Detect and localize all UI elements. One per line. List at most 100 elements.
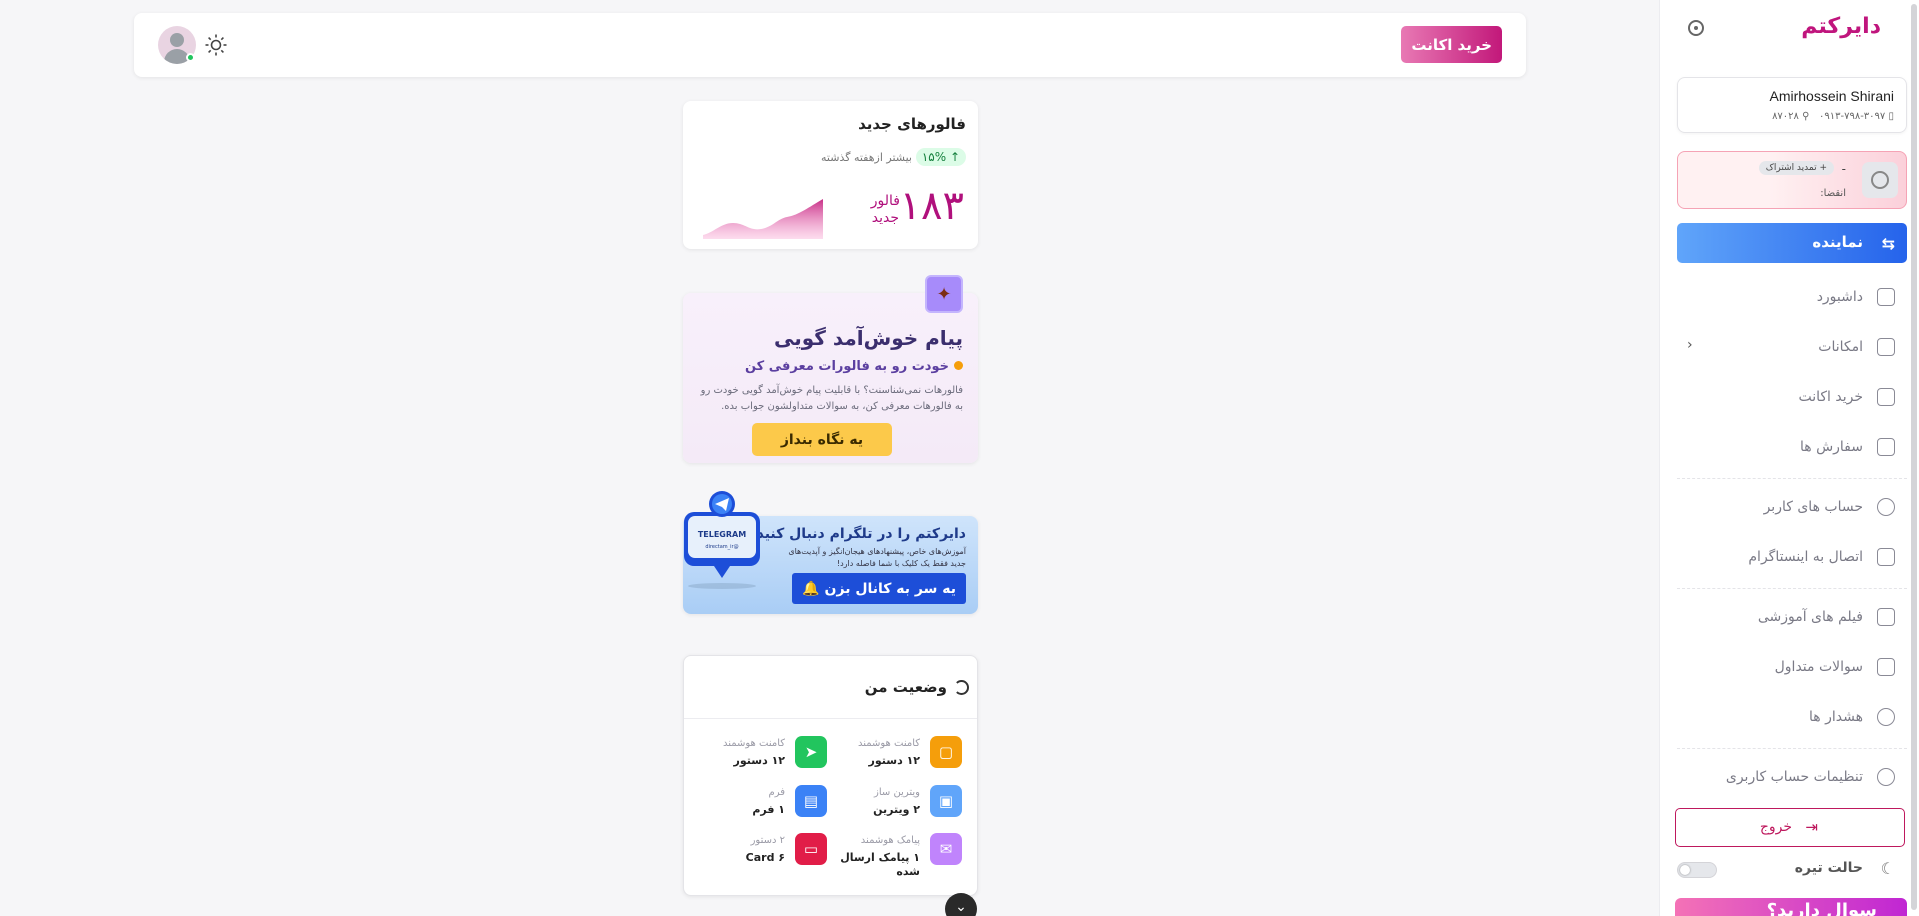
telegram-description: آموزش‌های خاص، پیشنهادهای هیجان‌انگیز و …	[788, 547, 966, 568]
followers-sparkline	[703, 199, 823, 239]
stat-card: ▭ ۲ دستور Card ۶	[697, 833, 827, 877]
user-name: Amirhossein Shirani	[1769, 88, 1895, 104]
gift-icon: ✦	[925, 275, 963, 313]
sidebar-item-faq[interactable]: سوالات متداول	[1677, 653, 1907, 683]
logout-icon: ⇥	[1805, 818, 1818, 836]
sidebar-item-instagram[interactable]: اتصال به اینستاگرام	[1677, 543, 1907, 573]
telegram-bubble-icon: TELEGRAM @directam_ir	[684, 491, 760, 589]
growth-value: ۱۵%	[921, 150, 947, 164]
sidebar-item-label: حساب های کاربر	[1763, 499, 1863, 515]
sidebar-divider	[1677, 478, 1907, 479]
stat-label: کامنت هوشمند	[857, 738, 920, 749]
clock-icon	[1862, 162, 1898, 198]
stat-value: ۲ ویترین	[873, 803, 920, 816]
status-title: وضعیت من	[864, 678, 947, 696]
stat-value: ۱۲ دستور	[868, 754, 920, 767]
stat-label: پیامک هوشمند	[860, 835, 920, 846]
top-header: خرید اکانت	[134, 13, 1526, 77]
user-id: ۸۷۰۲۸	[1772, 111, 1799, 122]
logout-button[interactable]: ⇥ خروج	[1675, 808, 1905, 847]
divider	[684, 718, 977, 719]
stat-label: ۲ دستور	[750, 835, 785, 846]
sidebar-item-label: سفارش ها	[1799, 439, 1863, 455]
stat-value: ۱۲ دستور	[733, 754, 785, 767]
dark-mode-toggle[interactable]	[1677, 862, 1717, 878]
chat-icon: ▭	[795, 833, 827, 865]
brand-logo[interactable]: دایرکتم	[1801, 14, 1881, 39]
buy-account-button[interactable]: خرید اکانت	[1401, 26, 1502, 63]
sidebar-item-features[interactable]: امکانات ‹	[1677, 333, 1907, 363]
stat-value: ۱ پیامک ارسال شده	[840, 851, 920, 879]
comment-icon: ▢	[930, 736, 962, 768]
gear-icon	[1877, 768, 1895, 786]
refresh-icon[interactable]	[954, 680, 969, 695]
ask-question-label: سوال دارید؟	[1766, 900, 1877, 916]
stat-value: ۱ فرم	[752, 803, 785, 816]
sun-icon[interactable]	[204, 33, 228, 57]
growth-badge: ↑ ۱۵%	[915, 148, 966, 166]
stat-smart-comment-2: ➤ کامنت هوشمند ۱۲ دستور	[697, 736, 827, 780]
online-status-dot	[186, 53, 195, 62]
avatar-head-shape	[170, 33, 184, 47]
instagram-icon	[1877, 548, 1895, 566]
orders-icon	[1877, 438, 1895, 456]
scroll-down-button[interactable]: ⌄	[945, 893, 977, 916]
sidebar-item-tutorials[interactable]: فیلم های آموزشی	[1677, 603, 1907, 633]
expiry-label: انقضا:	[1820, 188, 1846, 199]
ask-question-banner[interactable]: سوال دارید؟	[1675, 898, 1907, 916]
telegram-card: دایرکتم را در تلگرام دنبال کنید. آموزش‌ه…	[683, 491, 978, 614]
sidebar-item-account-settings[interactable]: تنظیمات حساب کاربری	[1677, 763, 1907, 793]
bubble-handle: @directam_ir	[705, 544, 738, 550]
followers-unit-line2: جدید	[871, 209, 900, 226]
sidebar-item-dashboard[interactable]: داشبورد	[1677, 283, 1907, 313]
stat-smart-sms: ✉ پیامک هوشمند ۱ پیامک ارسال شده	[832, 833, 962, 879]
dark-mode-row: ☾ حالت تیره	[1677, 858, 1907, 882]
send-icon: ➤	[795, 736, 827, 768]
sidebar-item-buy-account[interactable]: خرید اکانت	[1677, 383, 1907, 413]
my-status-card: وضعیت من ▢ کامنت هوشمند ۱۲ دستور ➤ کامنت…	[683, 655, 978, 896]
agent-button[interactable]: ⇆ نماینده	[1677, 223, 1907, 263]
sidebar-item-orders[interactable]: سفارش ها	[1677, 433, 1907, 463]
moon-icon: ☾	[1880, 859, 1895, 878]
sidebar-item-label: اتصال به اینستاگرام	[1748, 549, 1863, 565]
welcome-message-card: ✦ پیام خوش‌آمد گویی خودت رو به فالورات م…	[683, 275, 978, 463]
subscription-plan: -	[1841, 162, 1846, 176]
agent-label: نماینده	[1812, 233, 1863, 251]
stat-form: ▤ فرم ۱ فرم	[697, 785, 827, 829]
document-icon: ▤	[795, 785, 827, 817]
profile-card[interactable]: Amirhossein Shirani ▯ ۰۹۱۳-۷۹۸-۳۰۹۷ ⚲ ۸۷…	[1677, 77, 1907, 133]
sidebar-item-label: تنظیمات حساب کاربری	[1725, 769, 1863, 785]
features-icon	[1877, 338, 1895, 356]
handshake-icon: ⇆	[1881, 234, 1895, 253]
chevron-left-icon[interactable]: ‹	[1687, 337, 1693, 353]
stat-showcase: ▣ ویترین ساز ۲ ویترین	[832, 785, 962, 829]
new-followers-card: فالورهای جدید ↑ ۱۵% بیشتر ازهفته گذشته ۱…	[683, 101, 978, 249]
sidebar-item-user-accounts[interactable]: حساب های کاربر	[1677, 493, 1907, 523]
sidebar-divider	[1677, 588, 1907, 589]
followers-count: ۱۸۳	[899, 183, 964, 229]
stat-label: فرم	[768, 787, 786, 798]
users-icon	[1877, 498, 1895, 516]
user-phone: ۰۹۱۳-۷۹۸-۳۰۹۷	[1818, 111, 1886, 122]
dark-mode-label: حالت تیره	[1794, 860, 1863, 876]
logout-label: خروج	[1759, 819, 1792, 835]
welcome-title: پیام خوش‌آمد گویی	[773, 326, 963, 350]
sidebar-item-label: امکانات	[1818, 339, 1863, 355]
followers-unit-line1: فالور	[870, 193, 900, 209]
sidebar-item-label: هشدار ها	[1809, 709, 1863, 725]
cart-icon	[1877, 388, 1895, 406]
take-a-look-button[interactable]: یه نگاه بنداز	[752, 423, 892, 456]
telegram-channel-button[interactable]: یه سر به کانال بزن 🔔	[792, 573, 966, 604]
stat-smart-comment-1: ▢ کامنت هوشمند ۱۲ دستور	[832, 736, 962, 780]
bubble-label: TELEGRAM	[698, 530, 746, 539]
alert-icon	[1877, 708, 1895, 726]
sidebar-item-alerts[interactable]: هشدار ها	[1677, 703, 1907, 733]
renew-subscription-button[interactable]: + تمدید اشتراک	[1758, 161, 1834, 175]
sidebar-scrollbar[interactable]	[1911, 4, 1917, 910]
subscription-box: - + تمدید اشتراک انقضا:	[1677, 151, 1907, 209]
sidebar-collapse-icon[interactable]	[1688, 20, 1704, 36]
bullet-dot	[954, 361, 963, 370]
sidebar-divider	[1677, 748, 1907, 749]
stat-value: Card ۶	[745, 851, 785, 864]
sidebar-item-label: داشبورد	[1816, 289, 1863, 305]
